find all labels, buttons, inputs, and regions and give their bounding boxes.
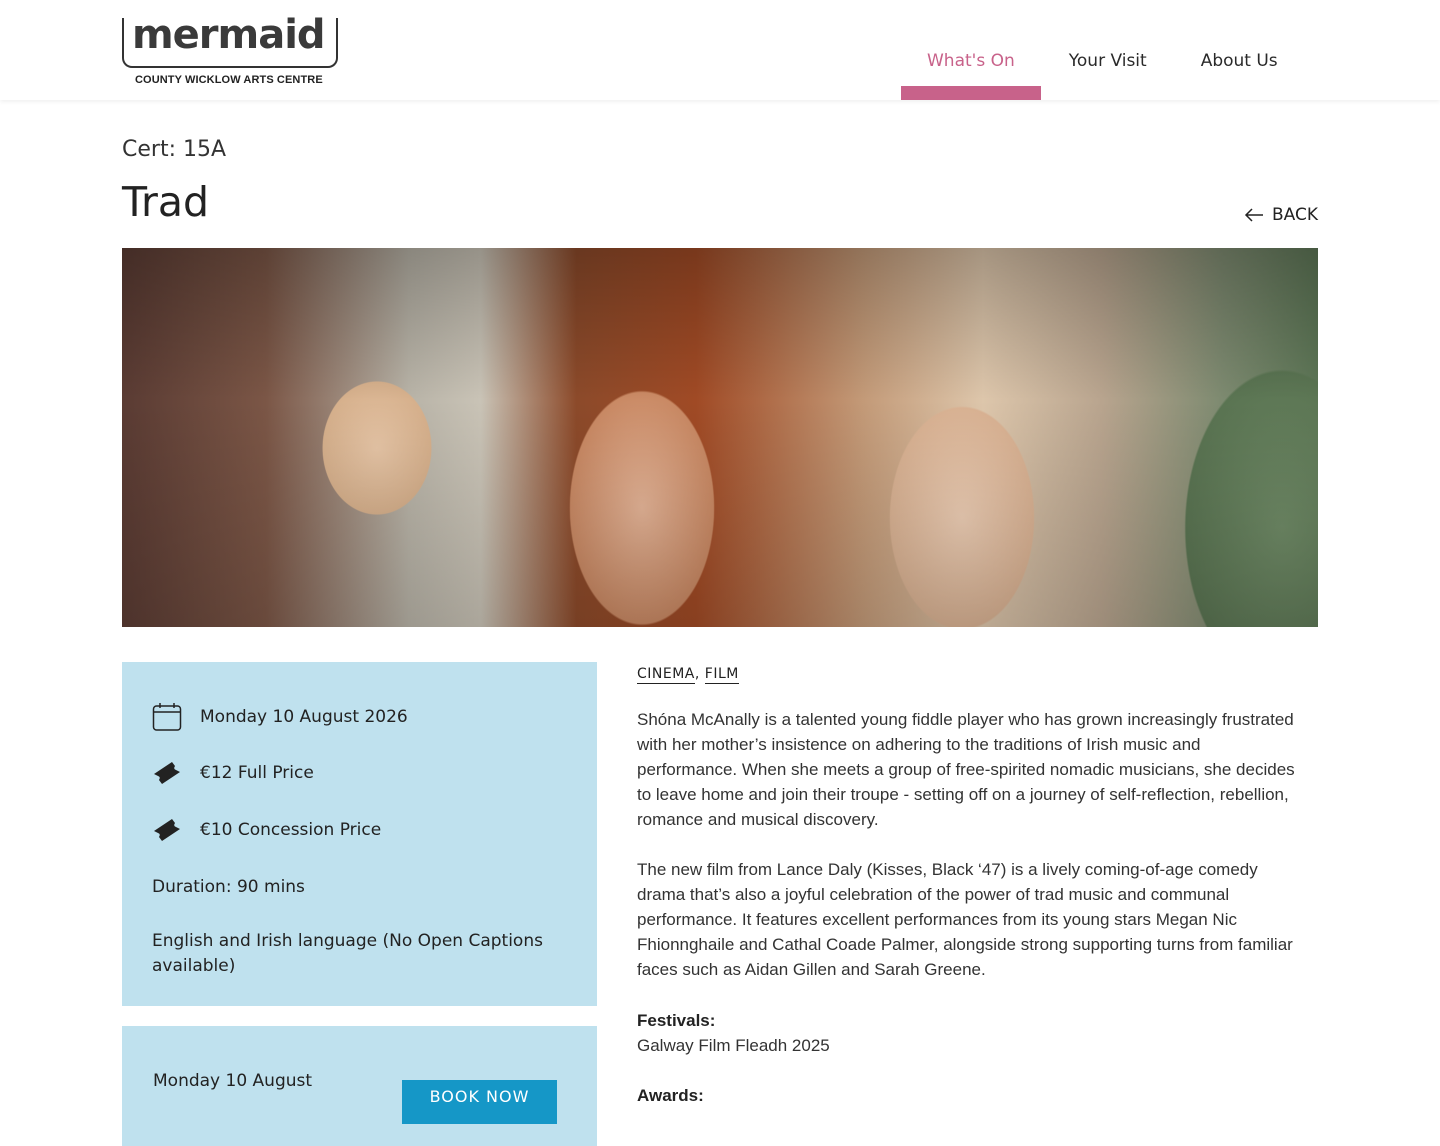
site-logo[interactable]: mermaid COUNTY WICKLOW ARTS CENTRE [122, 12, 338, 88]
certificate-rating: Cert: 15A [122, 137, 227, 162]
logo-wordmark: mermaid [132, 12, 326, 58]
hero-shade [122, 248, 1318, 627]
info-price-concession-row: €10 Concession Price [152, 817, 381, 843]
event-info-panel: Monday 10 August 2026 €12 Full Price €10… [122, 662, 597, 1006]
booking-panel: Monday 10 August BOOK NOW [122, 1026, 597, 1146]
category-tags: CINEMA, FILM [637, 666, 739, 684]
info-language: English and Irish language (No Open Capt… [152, 931, 543, 976]
page-title: Trad [122, 178, 210, 226]
calendar-icon [152, 703, 182, 731]
info-price-full: €12 Full Price [200, 763, 314, 783]
logo-subtitle: COUNTY WICKLOW ARTS CENTRE [135, 74, 323, 86]
info-date-row: Monday 10 August 2026 [152, 702, 408, 732]
back-label: BACK [1271, 205, 1318, 225]
nav-item-about-us[interactable]: About Us [1175, 0, 1304, 100]
nav-item-your-visit[interactable]: Your Visit [1041, 0, 1175, 100]
awards-label: Awards: [637, 1086, 704, 1105]
back-link[interactable]: BACK [1244, 205, 1318, 225]
tag-cinema[interactable]: CINEMA [637, 666, 695, 684]
info-price-concession: €10 Concession Price [200, 820, 382, 840]
ticket-icon [154, 819, 180, 841]
description-paragraph-2: The new film from Lance Daly (Kisses, Bl… [637, 860, 1293, 979]
info-date: Monday 10 August 2026 [200, 707, 408, 727]
description-paragraph-1: Shóna McAnally is a talented young fiddl… [637, 710, 1295, 829]
festivals-label: Festivals: [637, 1011, 716, 1030]
arrow-left-icon [1244, 208, 1263, 222]
festivals-value: Galway Film Fleadh 2025 [637, 1036, 830, 1055]
hero-image [122, 248, 1318, 627]
ticket-icon [154, 762, 180, 784]
site-header: mermaid COUNTY WICKLOW ARTS CENTRE What'… [0, 0, 1440, 100]
book-now-button[interactable]: BOOK NOW [402, 1080, 557, 1124]
info-duration: Duration: 90 mins [152, 877, 305, 897]
tag-film[interactable]: FILM [704, 666, 739, 684]
info-price-full-row: €12 Full Price [152, 760, 314, 786]
festivals-block: Festivals: Galway Film Fleadh 2025 [637, 1008, 1302, 1058]
booking-date: Monday 10 August [153, 1071, 313, 1091]
main-nav: What's On Your Visit About Us [901, 0, 1304, 100]
nav-item-whats-on[interactable]: What's On [901, 0, 1041, 100]
